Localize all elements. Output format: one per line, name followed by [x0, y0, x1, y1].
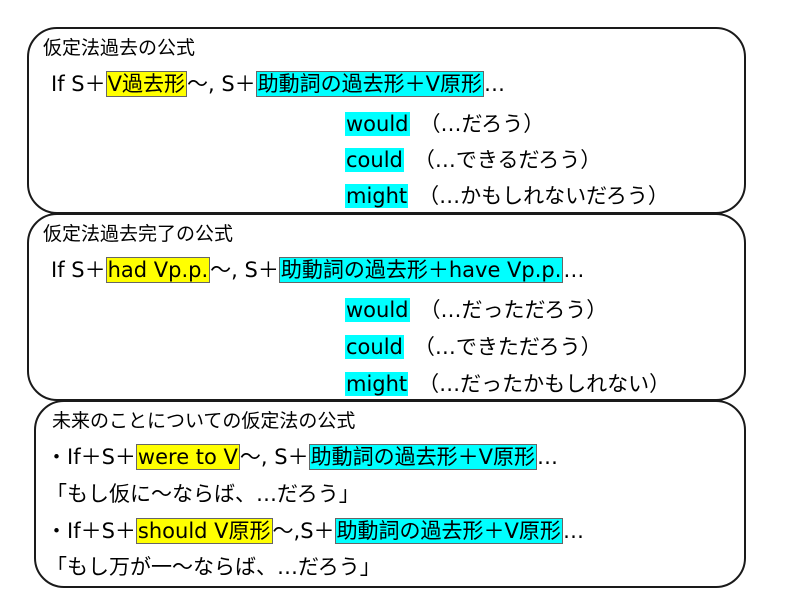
- modal-word: would: [345, 298, 410, 322]
- condition-highlight: had Vp.p.: [105, 257, 211, 283]
- condition-highlight: were to V: [135, 444, 240, 470]
- formula-suffix: …: [484, 72, 506, 96]
- formula-middle: ～,S＋: [272, 519, 335, 543]
- result-highlight: 助動詞の過去形＋V原形: [308, 444, 537, 470]
- formula-line: If S＋had Vp.p.～, S＋助動詞の過去形＋have Vp.p.…: [51, 255, 584, 285]
- modal-meaning: （…だったかもしれない）: [418, 372, 671, 396]
- modal-row: would （…だろう）: [345, 109, 544, 139]
- condition-highlight: V過去形: [105, 71, 187, 97]
- modal-meaning: （…かもしれないだろう）: [418, 184, 669, 208]
- modal-row: might （…だったかもしれない）: [345, 369, 670, 399]
- formula-suffix: …: [563, 258, 585, 282]
- result-highlight: 助動詞の過去形＋V原形: [334, 518, 563, 544]
- formula-middle: ～, S＋: [239, 445, 309, 469]
- section-title: 仮定法過去の公式: [43, 37, 196, 59]
- formula-prefix: If S＋: [51, 72, 106, 96]
- subjunctive-past-perfect-box: 仮定法過去完了の公式 If S＋had Vp.p.～, S＋助動詞の過去形＋ha…: [27, 213, 746, 401]
- modal-word: might: [345, 372, 409, 396]
- modal-row: might （…かもしれないだろう）: [345, 181, 669, 211]
- translation-line: 「もし仮に～ならば、…だろう」: [46, 482, 360, 506]
- result-highlight: 助動詞の過去形＋have Vp.p.: [278, 257, 564, 283]
- formula-middle: ～, S＋: [210, 258, 279, 282]
- modal-word: would: [345, 112, 410, 136]
- formula-line: ・If＋S＋should V原形～,S＋助動詞の過去形＋V原形…: [46, 516, 584, 546]
- subjunctive-past-box: 仮定法過去の公式 If S＋V過去形～, S＋助動詞の過去形＋V原形… woul…: [27, 27, 746, 214]
- modal-row: could （…できるだろう）: [345, 145, 601, 175]
- modal-meaning: （…だっただろう）: [419, 298, 608, 322]
- modal-row: could （…できただろう）: [345, 332, 602, 362]
- formula-line: ・If＋S＋were to V～, S＋助動詞の過去形＋V原形…: [46, 442, 558, 472]
- section-title: 未来のことについての仮定法の公式: [52, 410, 356, 432]
- condition-highlight: should V原形: [135, 518, 273, 544]
- formula-prefix: ・If＋S＋: [46, 519, 136, 543]
- section-title: 仮定法過去完了の公式: [43, 223, 234, 245]
- formula-suffix: …: [536, 445, 558, 469]
- formula-prefix: If S＋: [51, 258, 106, 282]
- formula-middle: ～, S＋: [186, 72, 256, 96]
- modal-word: could: [345, 335, 404, 359]
- modal-meaning: （…できただろう）: [413, 335, 602, 359]
- modal-meaning: （…だろう）: [419, 112, 545, 136]
- formula-suffix: …: [562, 519, 584, 543]
- future-subjunctive-box: 未来のことについての仮定法の公式 ・If＋S＋were to V～, S＋助動詞…: [34, 400, 746, 588]
- result-highlight: 助動詞の過去形＋V原形: [255, 71, 485, 97]
- modal-word: might: [345, 184, 409, 208]
- modal-row: would （…だっただろう）: [345, 295, 607, 325]
- formula-prefix: ・If＋S＋: [46, 445, 136, 469]
- modal-meaning: （…できるだろう）: [413, 148, 602, 172]
- modal-word: could: [345, 148, 404, 172]
- translation-line: 「もし万が一～ならば、…だろう」: [46, 555, 381, 579]
- formula-line: If S＋V過去形～, S＋助動詞の過去形＋V原形…: [51, 69, 505, 99]
